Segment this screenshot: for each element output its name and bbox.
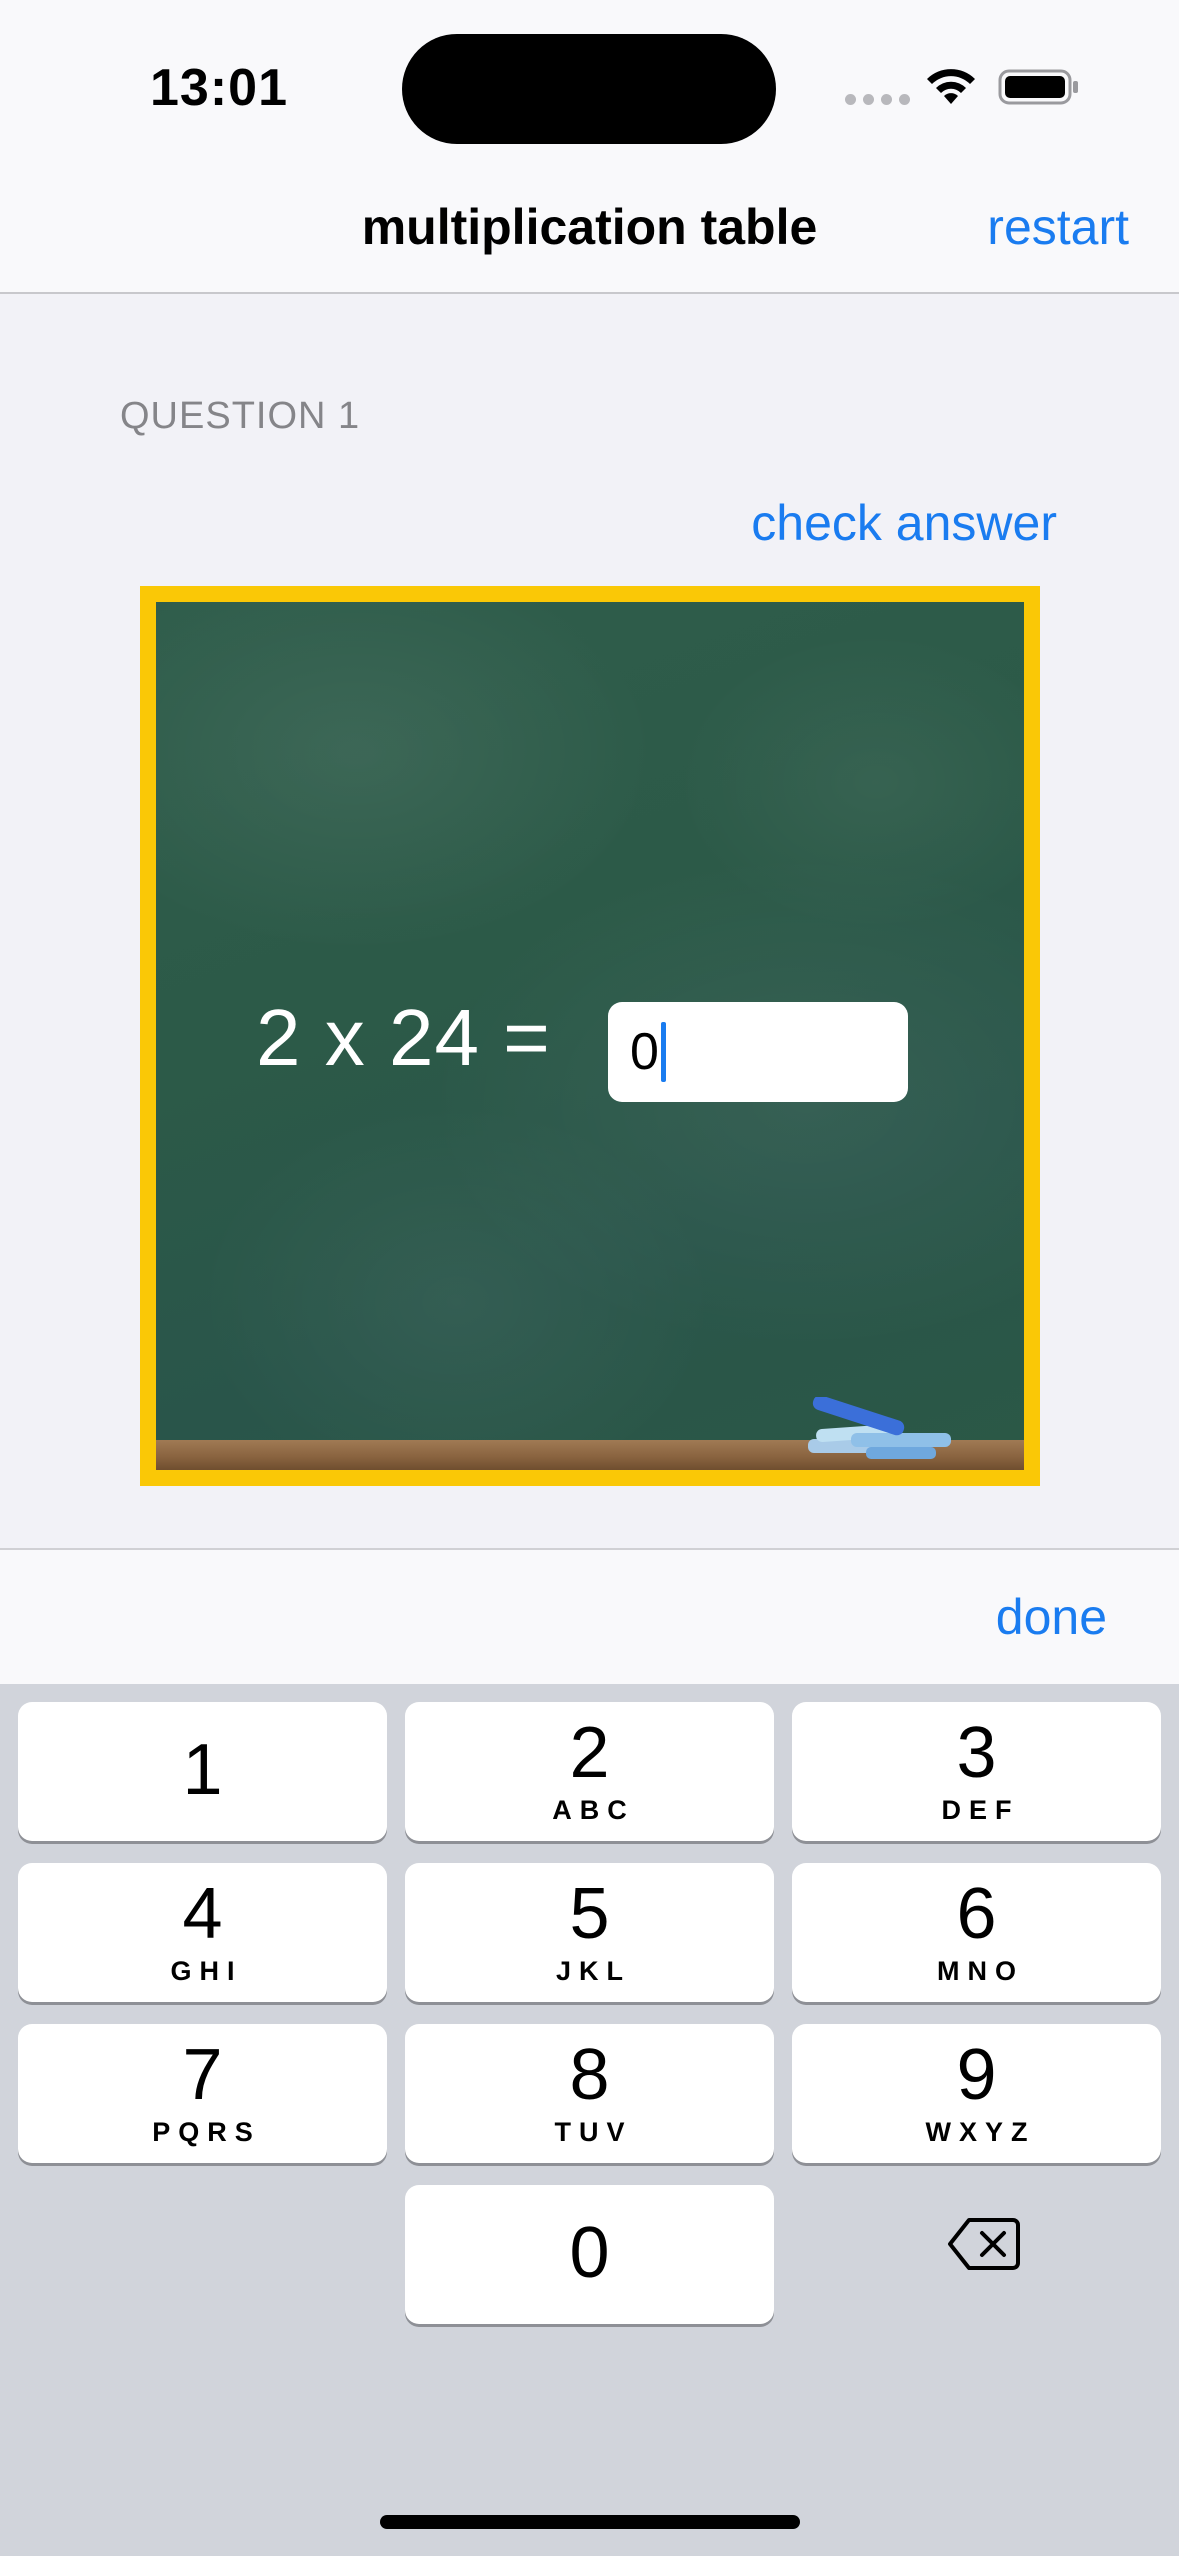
home-indicator[interactable] (380, 2515, 800, 2529)
done-button[interactable]: done (996, 1588, 1107, 1646)
key-1[interactable]: 1 (18, 1702, 387, 1841)
wifi-icon (927, 69, 975, 104)
status-time: 13:01 (150, 59, 288, 117)
key-3[interactable]: 3 DEF (792, 1702, 1161, 1841)
equation-text: 2 x 24 = (256, 993, 551, 1082)
key-digit: 6 (956, 1874, 997, 1954)
restart-button[interactable]: restart (987, 198, 1129, 256)
key-2[interactable]: 2 ABC (405, 1702, 774, 1841)
key-7[interactable]: 7 PQRS (18, 2024, 387, 2163)
key-digit: 5 (569, 1874, 610, 1954)
chalkboard-frame: 2 x 24 = 0 (140, 586, 1040, 1486)
cellular-signal-icon (845, 94, 910, 105)
key-digit: 4 (182, 1874, 223, 1954)
key-letters: ABC (552, 1795, 635, 1825)
key-digit: 7 (182, 2035, 223, 2115)
key-digit: 9 (956, 2035, 997, 2115)
key-digit: 0 (569, 2212, 610, 2293)
key-letters: JKL (555, 1956, 631, 1986)
question-section-label: QUESTION 1 (120, 395, 361, 437)
key-letters: DEF (941, 1795, 1020, 1825)
delete-backspace-icon[interactable] (947, 2216, 1021, 2272)
dynamic-island (402, 34, 776, 144)
answer-input[interactable]: 0 (608, 1002, 908, 1102)
key-letters: GHI (170, 1956, 243, 1986)
chalk-icon (808, 1397, 951, 1459)
key-9[interactable]: 9 WXYZ (792, 2024, 1161, 2163)
status-bar: 13:01 (0, 0, 1179, 170)
key-letters: WXYZ (925, 2117, 1036, 2147)
key-8[interactable]: 8 TUV (405, 2024, 774, 2163)
check-answer-button[interactable]: check answer (751, 494, 1057, 552)
navigation-bar: multiplication table restart (0, 170, 1179, 294)
key-4[interactable]: 4 GHI (18, 1863, 387, 2002)
key-6[interactable]: 6 MNO (792, 1863, 1161, 2002)
key-letters: PQRS (152, 2117, 261, 2147)
key-digit: 3 (956, 1713, 997, 1793)
text-cursor (660, 1022, 666, 1082)
key-5[interactable]: 5 JKL (405, 1863, 774, 2002)
chalkboard: 2 x 24 = 0 (156, 602, 1024, 1470)
key-digit: 2 (569, 1713, 610, 1793)
answer-value: 0 (630, 1023, 659, 1081)
key-digit: 8 (569, 2035, 610, 2115)
key-digit: 1 (182, 1729, 223, 1810)
key-letters: MNO (937, 1956, 1024, 1986)
battery-icon (998, 69, 1078, 105)
keyboard-toolbar: done (0, 1548, 1179, 1684)
key-0[interactable]: 0 (405, 2185, 774, 2324)
key-letters: TUV (554, 2117, 633, 2147)
